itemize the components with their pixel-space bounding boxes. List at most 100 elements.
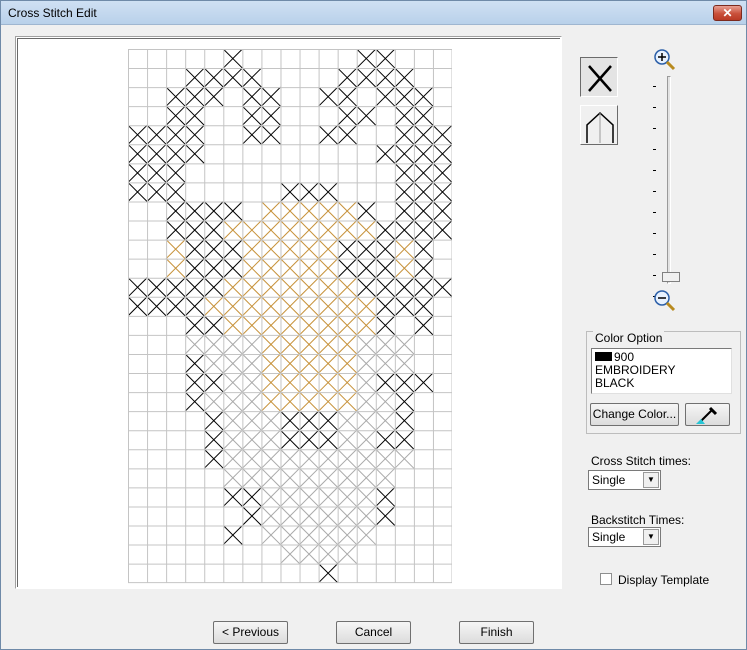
cross-stitch[interactable]	[128, 182, 148, 202]
cross-stitch[interactable]	[261, 467, 281, 488]
cross-stitch[interactable]	[242, 105, 262, 126]
cross-stitch[interactable]	[261, 372, 281, 393]
cross-stitch[interactable]	[203, 67, 224, 88]
cross-stitch[interactable]	[261, 315, 281, 336]
cross-stitch[interactable]	[203, 334, 224, 355]
cross-stitch[interactable]	[222, 201, 243, 221]
cross-stitch[interactable]	[356, 201, 377, 221]
cross-stitch[interactable]	[261, 353, 281, 374]
cross-stitch[interactable]	[146, 182, 167, 202]
cross-stitch[interactable]	[222, 277, 243, 298]
cross-stitch[interactable]	[375, 353, 396, 374]
cross-stitch[interactable]	[242, 372, 262, 393]
cross-stitch[interactable]	[222, 410, 243, 431]
cross-stitch[interactable]	[299, 296, 319, 317]
cross-stitch[interactable]	[318, 410, 339, 431]
cross-stitch[interactable]	[432, 143, 452, 164]
cross-stitch[interactable]	[413, 86, 434, 107]
cross-stitch[interactable]	[356, 506, 377, 526]
cross-stitch[interactable]	[184, 277, 205, 298]
cross-stitch[interactable]	[318, 448, 339, 469]
cross-stitch[interactable]	[337, 334, 358, 355]
cross-stitch[interactable]	[318, 525, 339, 545]
cross-stitch[interactable]	[356, 429, 377, 450]
cross-stitch[interactable]	[356, 49, 377, 69]
zoom-out-icon[interactable]	[653, 289, 677, 313]
cross-stitch[interactable]	[356, 105, 377, 126]
cross-stitch[interactable]	[222, 315, 243, 336]
cross-stitch[interactable]	[222, 67, 243, 88]
cross-stitch[interactable]	[184, 67, 205, 88]
cross-stitch[interactable]	[165, 105, 186, 126]
cross-stitch[interactable]	[299, 372, 319, 393]
backstitch-times-select[interactable]: Single ▼	[588, 527, 661, 547]
cross-stitch[interactable]	[184, 105, 205, 126]
cross-stitch[interactable]	[261, 86, 281, 107]
cross-stitch[interactable]	[413, 239, 434, 260]
cross-stitch[interactable]	[165, 163, 186, 183]
cross-stitch[interactable]	[394, 410, 415, 431]
cross-stitch[interactable]	[356, 448, 377, 469]
cross-stitch[interactable]	[356, 239, 377, 260]
cross-stitch[interactable]	[146, 163, 167, 183]
cross-stitch[interactable]	[375, 86, 396, 107]
cross-stitch[interactable]	[356, 296, 377, 317]
cross-stitch[interactable]	[299, 467, 319, 488]
cross-stitch[interactable]	[222, 391, 243, 412]
cross-stitch[interactable]	[280, 372, 300, 393]
cross-stitch[interactable]	[394, 143, 415, 164]
cross-stitch[interactable]	[242, 410, 262, 431]
cross-stitch[interactable]	[356, 67, 377, 88]
zoom-slider-track[interactable]	[667, 76, 671, 284]
cross-stitch[interactable]	[356, 315, 377, 336]
cross-stitch[interactable]	[203, 296, 224, 317]
cross-stitch[interactable]	[413, 182, 434, 202]
cross-stitch[interactable]	[280, 201, 300, 221]
cross-stitch[interactable]	[356, 391, 377, 412]
cross-stitch[interactable]	[165, 86, 186, 107]
cross-stitch[interactable]	[394, 220, 415, 240]
cross-stitch[interactable]	[222, 296, 243, 317]
cross-stitch[interactable]	[280, 258, 300, 279]
cross-stitch[interactable]	[261, 201, 281, 221]
cross-stitch[interactable]	[413, 296, 434, 317]
cross-stitch[interactable]	[299, 201, 319, 221]
cross-stitch[interactable]	[165, 239, 186, 260]
cross-stitch[interactable]	[299, 182, 319, 202]
cross-stitch[interactable]	[337, 353, 358, 374]
cross-stitch[interactable]	[318, 277, 339, 298]
cross-stitch[interactable]	[261, 429, 281, 450]
cross-stitch[interactable]	[184, 334, 205, 355]
cross-stitch[interactable]	[432, 220, 452, 240]
cross-stitch[interactable]	[318, 544, 339, 564]
cross-stitch[interactable]	[128, 277, 148, 298]
cross-stitch[interactable]	[242, 239, 262, 260]
cross-stitch[interactable]	[337, 410, 358, 431]
cross-stitch[interactable]	[299, 239, 319, 260]
cancel-button[interactable]: Cancel	[336, 621, 411, 644]
cross-stitch[interactable]	[375, 391, 396, 412]
cross-stitch[interactable]	[394, 124, 415, 145]
zoom-slider-thumb[interactable]	[662, 272, 680, 282]
cross-stitch[interactable]	[222, 467, 243, 488]
cross-stitch-times-select[interactable]: Single ▼	[588, 470, 661, 490]
cross-stitch[interactable]	[375, 506, 396, 526]
cross-stitch[interactable]	[413, 277, 434, 298]
cross-stitch[interactable]	[280, 315, 300, 336]
cross-stitch[interactable]	[128, 143, 148, 164]
cross-stitch[interactable]	[337, 315, 358, 336]
cross-stitch[interactable]	[318, 334, 339, 355]
cross-stitch[interactable]	[318, 258, 339, 279]
cross-stitch[interactable]	[165, 277, 186, 298]
cross-stitch[interactable]	[184, 220, 205, 240]
cross-stitch[interactable]	[318, 506, 339, 526]
cross-stitch[interactable]	[394, 353, 415, 374]
cross-stitch[interactable]	[394, 86, 415, 107]
cross-stitch[interactable]	[356, 487, 377, 507]
cross-stitch[interactable]	[128, 124, 148, 145]
change-color-button[interactable]: Change Color...	[590, 403, 679, 426]
display-template-checkbox[interactable]	[600, 573, 612, 585]
close-button[interactable]: ✕	[713, 5, 742, 21]
cross-stitch[interactable]	[222, 353, 243, 374]
cross-stitch[interactable]	[261, 239, 281, 260]
